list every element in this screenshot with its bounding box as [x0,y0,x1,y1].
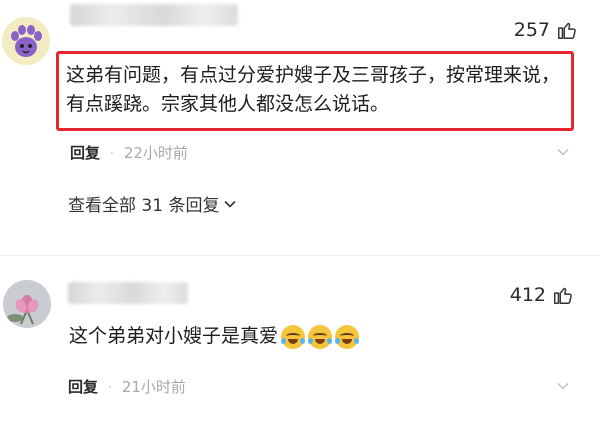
crying-laughing-emoji-icon [335,324,360,349]
comment-meta: 回复 · 21小时前 [68,376,186,397]
comment-text: 这个弟弟对小嫂子是真爱 [69,325,279,347]
chevron-down-icon[interactable] [556,145,570,159]
like-count: 412 [509,284,546,306]
comment-item: 257 这弟有问题，有点过分爱护嫂子及三哥孩子，按常理来说，有点蹊跷。宗家其他人… [0,0,600,245]
comment-text: 这弟有问题，有点过分爱护嫂子及三哥孩子，按常理来说，有点蹊跷。宗家其他人都没怎么… [66,64,561,115]
chevron-down-icon [224,200,237,208]
username-blurred[interactable] [68,282,188,304]
chevron-down-icon[interactable] [556,379,570,393]
comment-meta: 回复 · 22小时前 [70,142,188,163]
avatar[interactable] [3,280,51,328]
timestamp: 22小时前 [123,144,188,162]
paw-avatar-icon [2,17,50,65]
timestamp: 21小时前 [121,378,186,396]
username-blurred[interactable] [70,4,238,26]
thumbs-up-icon[interactable] [556,19,578,41]
comment-item: 412 这个弟弟对小嫂子是真爱 回复 · 21小时前 [0,272,600,422]
crying-laughing-emoji-icon [308,324,333,349]
view-all-replies-button[interactable]: 查看全部 31 条回复 [68,191,237,216]
like-control[interactable]: 412 [510,284,574,306]
lotus-avatar-icon [3,280,51,328]
avatar[interactable] [2,17,50,65]
like-count: 257 [513,19,550,41]
like-control[interactable]: 257 [514,19,578,41]
crying-laughing-emoji-icon [281,324,306,349]
meta-separator: · [110,145,114,160]
thumbs-up-icon[interactable] [552,284,574,306]
reply-button[interactable]: 回复 [70,142,100,163]
meta-separator: · [108,379,112,394]
divider [0,255,600,256]
reply-button[interactable]: 回复 [68,376,98,397]
view-all-label: 查看全部 31 条回复 [68,196,220,216]
comment-text-row: 这个弟弟对小嫂子是真爱 [69,322,360,351]
